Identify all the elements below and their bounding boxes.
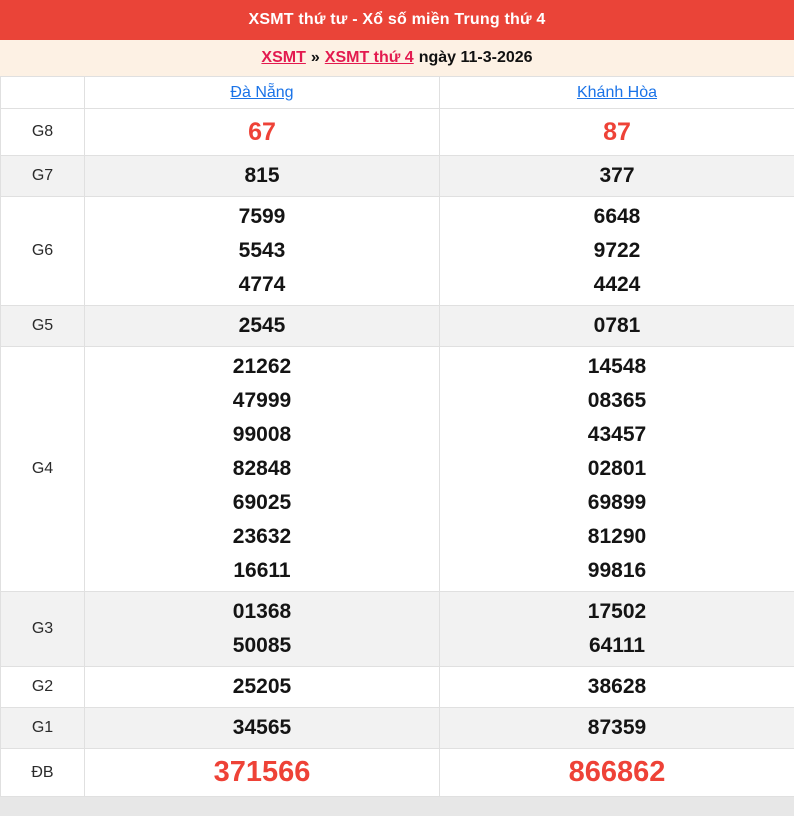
- title-bar: XSMT thứ tư - Xổ số miền Trung thứ 4: [0, 0, 794, 40]
- result-number: 17502: [587, 600, 647, 623]
- result-number: 9722: [593, 239, 641, 262]
- result-cell-g5-khanh-hoa: 0781: [439, 305, 794, 347]
- result-number: 16611: [233, 559, 291, 582]
- result-cell-g8-da-nang: 67: [84, 108, 440, 156]
- prize-row-g2: G2 25205 38628: [0, 666, 794, 708]
- result-cell-g2-da-nang: 25205: [84, 666, 440, 708]
- result-cell-g7-khanh-hoa: 377: [439, 155, 794, 197]
- breadcrumb-date: ngày 11-3-2026: [418, 49, 533, 66]
- prize-label-g7: G7: [0, 155, 85, 197]
- result-number: 67: [248, 118, 276, 146]
- result-number: 34565: [232, 716, 292, 739]
- results-header-row: Đà Nẵng Khánh Hòa: [0, 76, 794, 109]
- result-number: 69899: [587, 491, 647, 514]
- column-link-da-nang[interactable]: Đà Nẵng: [230, 84, 293, 101]
- result-cell-g5-da-nang: 2545: [84, 305, 440, 347]
- result-number: 23632: [232, 525, 292, 548]
- breadcrumb: XSMT » XSMT thứ 4 ngày 11-3-2026: [0, 40, 794, 76]
- result-number: 38628: [587, 675, 647, 698]
- result-number: 08365: [587, 389, 647, 412]
- result-number: 2545: [238, 314, 286, 337]
- result-number: 64111: [588, 634, 646, 657]
- result-number: 25205: [232, 675, 292, 698]
- page-title: XSMT thứ tư - Xổ số miền Trung thứ 4: [248, 11, 546, 28]
- result-cell-g4-da-nang: 21262 47999 99008 82848 69025 23632 16611: [84, 346, 440, 592]
- result-cell-g3-da-nang: 01368 50085: [84, 591, 440, 667]
- result-cell-g6-khanh-hoa: 6648 9722 4424: [439, 196, 794, 306]
- prize-label-db: ĐB: [0, 748, 85, 797]
- breadcrumb-link-region[interactable]: XSMT: [261, 49, 305, 67]
- prize-label-g5: G5: [0, 305, 85, 347]
- prize-row-g6: G6 7599 5543 4774 6648 9722 4424: [0, 196, 794, 306]
- prize-row-g4: G4 21262 47999 99008 82848 69025 23632 16611 145…: [0, 346, 794, 592]
- result-number: 866862: [568, 756, 666, 788]
- result-number: 47999: [232, 389, 292, 412]
- breadcrumb-link-day[interactable]: XSMT thứ 4: [325, 49, 414, 67]
- result-number: 377: [599, 164, 635, 187]
- column-link-khanh-hoa[interactable]: Khánh Hòa: [577, 84, 657, 101]
- result-number: 6648: [593, 205, 641, 228]
- result-cell-g1-da-nang: 34565: [84, 707, 440, 749]
- prize-row-g8: G8 67 87: [0, 108, 794, 156]
- result-number: 0781: [593, 314, 641, 337]
- result-cell-g2-khanh-hoa: 38628: [439, 666, 794, 708]
- result-number: 21262: [232, 355, 292, 378]
- result-number: 4424: [593, 273, 641, 296]
- prize-label-g8: G8: [0, 108, 85, 156]
- prize-label-g4: G4: [0, 346, 85, 592]
- result-number: 99008: [232, 423, 292, 446]
- corner-cell: [0, 76, 85, 109]
- prize-row-g3: G3 01368 50085 17502 64111: [0, 591, 794, 667]
- column-header-da-nang: Đà Nẵng: [84, 76, 440, 109]
- result-cell-db-khanh-hoa: 866862: [439, 748, 794, 797]
- result-number: 14548: [587, 355, 647, 378]
- column-header-khanh-hoa: Khánh Hòa: [439, 76, 794, 109]
- result-number: 43457: [587, 423, 647, 446]
- prize-row-g1: G1 34565 87359: [0, 707, 794, 749]
- result-number: 7599: [238, 205, 286, 228]
- result-cell-g1-khanh-hoa: 87359: [439, 707, 794, 749]
- prize-row-g5: G5 2545 0781: [0, 305, 794, 347]
- result-number: 81290: [587, 525, 647, 548]
- result-cell-db-da-nang: 371566: [84, 748, 440, 797]
- prize-row-db: ĐB 371566 866862: [0, 748, 794, 797]
- result-number: 87: [603, 118, 631, 146]
- result-number: 5543: [238, 239, 286, 262]
- result-number: 01368: [232, 600, 292, 623]
- result-number: 82848: [232, 457, 292, 480]
- result-cell-g7-da-nang: 815: [84, 155, 440, 197]
- result-cell-g3-khanh-hoa: 17502 64111: [439, 591, 794, 667]
- prize-label-g3: G3: [0, 591, 85, 667]
- results-table: Đà Nẵng Khánh Hòa G8 67 87 G7 815 377 G6 7599 55…: [0, 76, 794, 797]
- prize-label-g6: G6: [0, 196, 85, 306]
- breadcrumb-separator: »: [310, 49, 320, 66]
- result-number: 69025: [232, 491, 292, 514]
- result-number: 99816: [587, 559, 647, 582]
- result-number: 50085: [232, 634, 292, 657]
- result-cell-g4-khanh-hoa: 14548 08365 43457 02801 69899 81290 99816: [439, 346, 794, 592]
- result-number: 87359: [587, 716, 647, 739]
- result-cell-g6-da-nang: 7599 5543 4774: [84, 196, 440, 306]
- result-number: 4774: [238, 273, 286, 296]
- prize-label-g1: G1: [0, 707, 85, 749]
- result-cell-g8-khanh-hoa: 87: [439, 108, 794, 156]
- result-number: 02801: [587, 457, 647, 480]
- prize-label-g2: G2: [0, 666, 85, 708]
- result-number: 371566: [213, 756, 311, 788]
- result-number: 815: [244, 164, 280, 187]
- prize-row-g7: G7 815 377: [0, 155, 794, 197]
